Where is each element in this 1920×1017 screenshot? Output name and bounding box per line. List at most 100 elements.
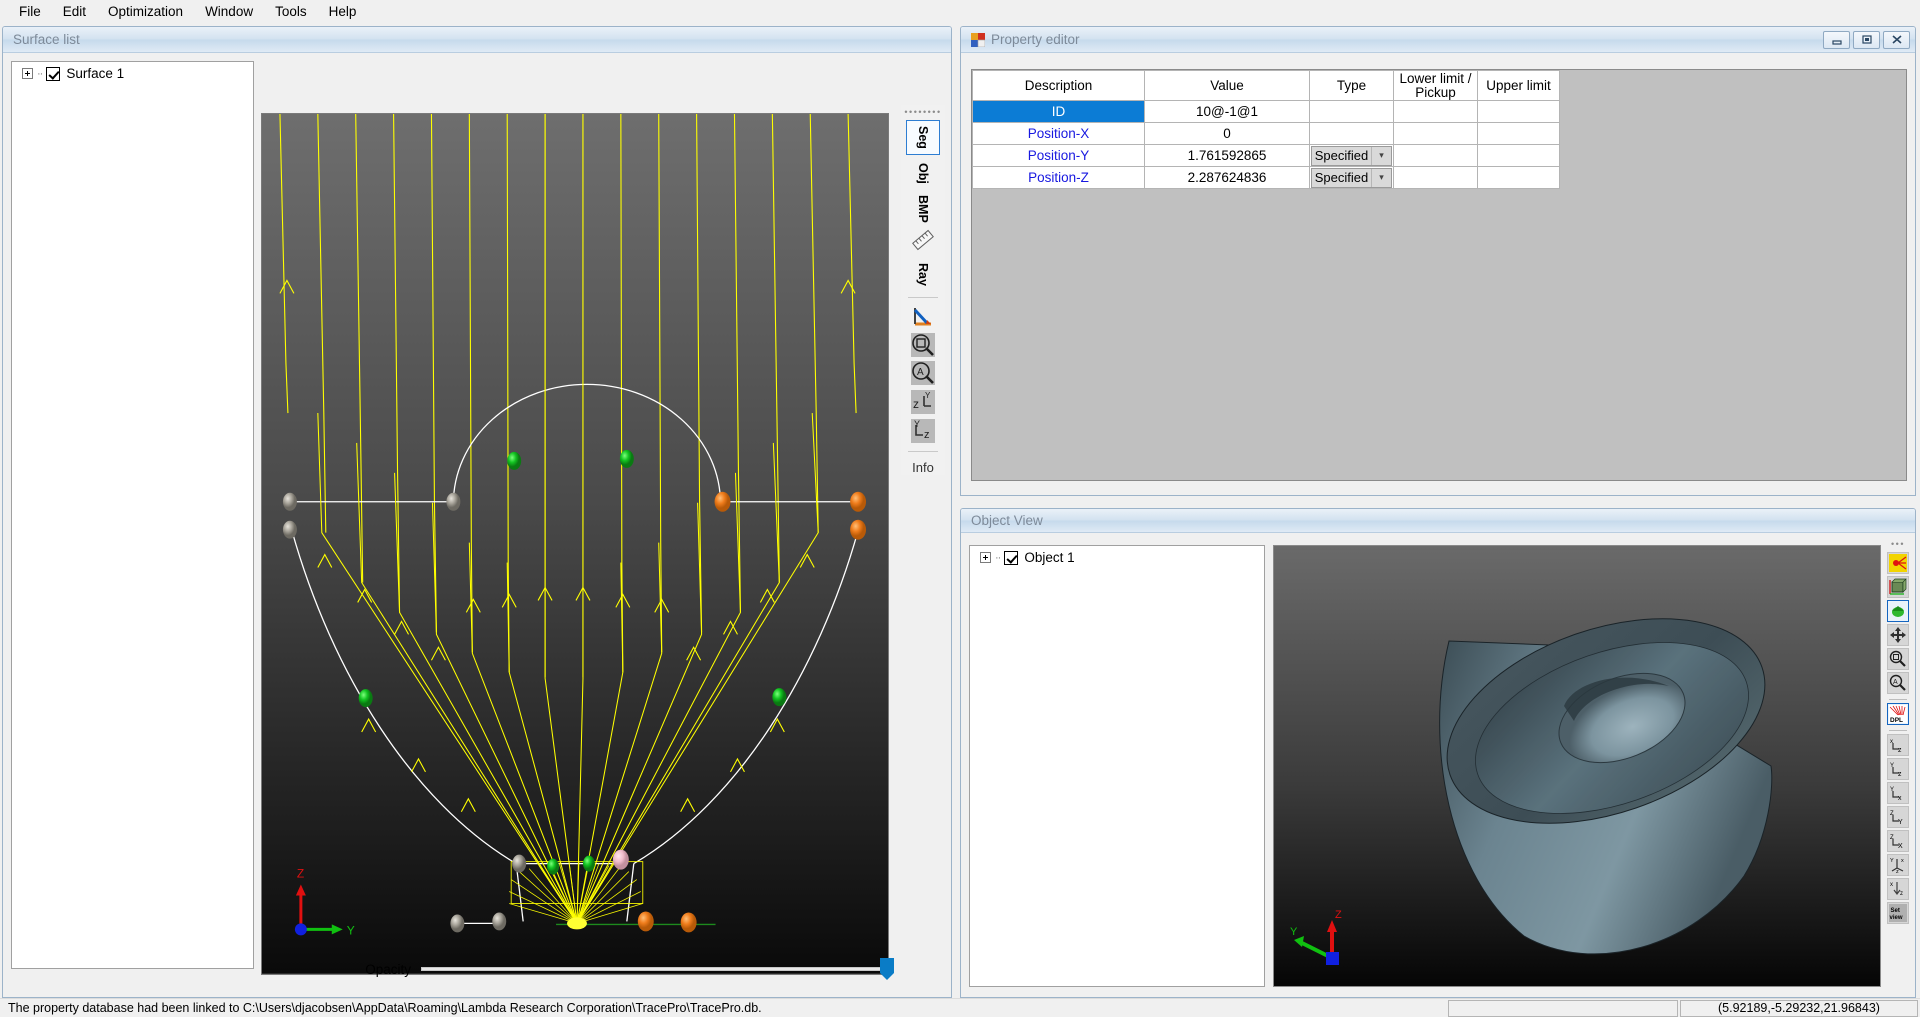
row-upper-limit[interactable] bbox=[1477, 166, 1560, 189]
view-rotate-icon[interactable]: zx bbox=[1887, 878, 1909, 900]
property-grid-container[interactable]: Description Value Type Lower limit / Pic… bbox=[971, 69, 1907, 481]
toolbar-grip[interactable]: •••••••• bbox=[904, 107, 941, 117]
zoom-all-icon[interactable]: A bbox=[908, 361, 938, 386]
svg-text:Y: Y bbox=[1290, 926, 1298, 938]
zoom-all-icon[interactable]: A bbox=[1887, 672, 1909, 694]
row-description[interactable]: Position-Z bbox=[972, 166, 1145, 189]
surface-checkbox[interactable] bbox=[46, 66, 61, 81]
tab-bmp[interactable]: BMP bbox=[906, 192, 940, 227]
column-header-lower-limit[interactable]: Lower limit / Pickup bbox=[1393, 70, 1478, 101]
column-header-type[interactable]: Type bbox=[1309, 70, 1394, 101]
object-tree-panel[interactable]: ·· Object 1 bbox=[969, 545, 1265, 987]
row-lower-limit[interactable] bbox=[1393, 100, 1478, 123]
menu-item-tools[interactable]: Tools bbox=[264, 1, 318, 22]
row-description[interactable]: Position-Y bbox=[972, 144, 1145, 167]
maximize-button[interactable] bbox=[1853, 30, 1880, 49]
menu-item-edit[interactable]: Edit bbox=[52, 1, 97, 22]
table-row[interactable]: ID 10@-1@1 bbox=[972, 100, 1560, 123]
object-view-window: Object View ·· Object 1 Z Y ••• A DPL x … bbox=[960, 508, 1916, 998]
row-lower-limit[interactable] bbox=[1393, 166, 1478, 189]
surface-list-panel[interactable]: ·· Surface 1 bbox=[11, 61, 254, 969]
property-grid-header: Description Value Type Lower limit / Pic… bbox=[972, 70, 1560, 101]
row-upper-limit[interactable] bbox=[1477, 100, 1560, 123]
angle-measure-icon[interactable] bbox=[908, 304, 938, 329]
minimize-button[interactable] bbox=[1823, 30, 1850, 49]
zoom-window-icon[interactable] bbox=[908, 332, 938, 357]
view-xz-icon[interactable]: xz bbox=[1887, 734, 1909, 756]
property-editor-title: Property editor bbox=[991, 32, 1080, 47]
chevron-down-icon[interactable]: ▾ bbox=[1371, 146, 1391, 165]
zoom-window-icon[interactable] bbox=[1887, 648, 1909, 670]
row-lower-limit[interactable] bbox=[1393, 144, 1478, 167]
row-value[interactable]: 0 bbox=[1144, 122, 1310, 145]
object-checkbox[interactable] bbox=[1004, 550, 1019, 565]
type-dropdown[interactable]: Specified ▾ bbox=[1311, 167, 1392, 188]
ray-source-icon[interactable] bbox=[1887, 552, 1909, 574]
view-yx-icon[interactable]: Yx bbox=[1887, 782, 1909, 804]
object-3d-canvas[interactable]: Z Y bbox=[1274, 546, 1881, 987]
row-type[interactable] bbox=[1309, 122, 1394, 145]
property-editor-icon bbox=[971, 32, 986, 47]
row-upper-limit[interactable] bbox=[1477, 122, 1560, 145]
close-button[interactable] bbox=[1883, 30, 1910, 49]
property-editor-window: Property editor Description Value Type L… bbox=[960, 26, 1916, 496]
tab-obj[interactable]: Obj bbox=[906, 156, 940, 191]
object-toolbar-grip[interactable]: ••• bbox=[1891, 539, 1905, 549]
menu-item-help[interactable]: Help bbox=[318, 1, 368, 22]
menu-item-file[interactable]: File bbox=[8, 1, 52, 22]
column-header-upper-limit[interactable]: Upper limit bbox=[1477, 70, 1560, 101]
menu-item-window[interactable]: Window bbox=[194, 1, 264, 22]
row-lower-limit[interactable] bbox=[1393, 122, 1478, 145]
view-yz-icon[interactable]: Yz bbox=[1887, 758, 1909, 780]
row-type[interactable]: Specified ▾ bbox=[1309, 166, 1394, 189]
view-zx-icon[interactable]: ZX bbox=[1887, 830, 1909, 852]
pan-icon[interactable] bbox=[1887, 624, 1909, 646]
surface-tree-item[interactable]: ·· Surface 1 bbox=[12, 62, 253, 83]
expand-icon[interactable] bbox=[22, 68, 33, 79]
ray-trace-viewport[interactable]: Z Y bbox=[261, 113, 889, 975]
opacity-slider[interactable] bbox=[421, 958, 894, 980]
table-row[interactable]: Position-Z 2.287624836 Specified ▾ bbox=[972, 166, 1560, 189]
column-header-description[interactable]: Description bbox=[972, 70, 1145, 101]
status-pane-empty bbox=[1448, 999, 1678, 1017]
table-row[interactable]: Position-X 0 bbox=[972, 122, 1560, 145]
tab-info[interactable]: Info bbox=[912, 460, 934, 475]
expand-icon[interactable] bbox=[980, 552, 991, 563]
surface-tree-label: Surface 1 bbox=[66, 66, 125, 81]
ray-trace-window: Surface list ·· Surface 1 Z Y •••••••• S… bbox=[2, 26, 952, 998]
view-zy-icon[interactable]: z Y bbox=[908, 390, 938, 415]
row-upper-limit[interactable] bbox=[1477, 144, 1560, 167]
ruler-icon[interactable] bbox=[908, 227, 938, 253]
view-iso-icon[interactable]: Yxz bbox=[1887, 854, 1909, 876]
view-zy-icon[interactable]: ZY bbox=[1887, 806, 1909, 828]
shaded-object-icon[interactable] bbox=[1887, 600, 1909, 622]
tab-seg[interactable]: Seg bbox=[906, 120, 940, 155]
opacity-slider-thumb[interactable] bbox=[880, 958, 894, 980]
svg-text:z: z bbox=[1900, 891, 1903, 897]
object-tree-item[interactable]: ·· Object 1 bbox=[970, 546, 1264, 567]
svg-text:z: z bbox=[1898, 747, 1902, 754]
set-view-icon[interactable]: Set view bbox=[1887, 902, 1909, 924]
dpl-rays-icon[interactable]: DPL bbox=[1887, 703, 1909, 725]
type-dropdown-value: Specified bbox=[1314, 148, 1369, 163]
object-3d-viewport[interactable]: Z Y bbox=[1273, 545, 1881, 987]
menu-item-optimization[interactable]: Optimization bbox=[97, 1, 194, 22]
row-value[interactable]: 1.761592865 bbox=[1144, 144, 1310, 167]
row-type[interactable] bbox=[1309, 100, 1394, 123]
tab-ray[interactable]: Ray bbox=[906, 257, 940, 292]
bounding-box-icon[interactable] bbox=[1887, 576, 1909, 598]
row-description[interactable]: ID bbox=[972, 100, 1145, 123]
table-row[interactable]: Position-Y 1.761592865 Specified ▾ bbox=[972, 144, 1560, 167]
row-value[interactable]: 10@-1@1 bbox=[1144, 100, 1310, 123]
view-yz-icon[interactable]: Y z bbox=[908, 418, 938, 443]
property-grid[interactable]: Description Value Type Lower limit / Pic… bbox=[972, 70, 1560, 189]
property-editor-window-buttons bbox=[1823, 30, 1915, 49]
column-header-value[interactable]: Value bbox=[1144, 70, 1310, 101]
ray-trace-canvas[interactable]: Z Y bbox=[262, 114, 888, 974]
svg-text:x: x bbox=[1901, 858, 1904, 864]
chevron-down-icon[interactable]: ▾ bbox=[1371, 168, 1391, 187]
type-dropdown[interactable]: Specified ▾ bbox=[1311, 145, 1392, 166]
row-value[interactable]: 2.287624836 bbox=[1144, 166, 1310, 189]
row-type[interactable]: Specified ▾ bbox=[1309, 144, 1394, 167]
row-description[interactable]: Position-X bbox=[972, 122, 1145, 145]
